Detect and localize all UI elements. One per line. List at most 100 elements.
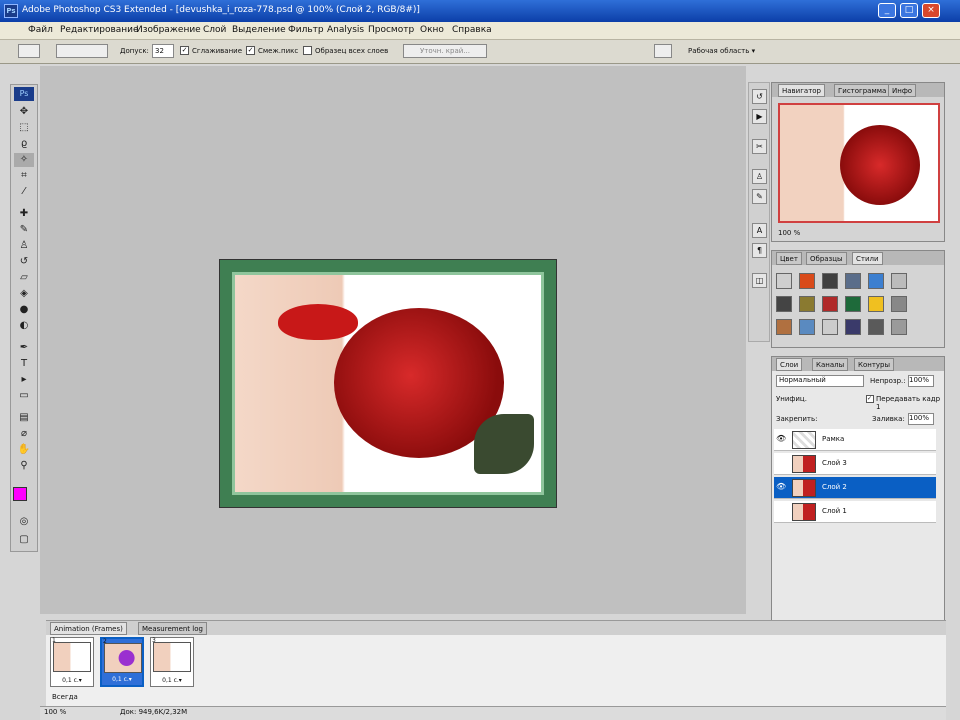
loop-select[interactable]: Всегда (52, 693, 78, 701)
tool-presets-icon[interactable]: ✂ (752, 139, 767, 154)
quick-mask-icon[interactable]: ◎ (14, 515, 34, 529)
all-layers-checkbox[interactable] (303, 46, 312, 55)
palette-well-icon[interactable] (654, 44, 672, 58)
maximize-button[interactable]: □ (900, 3, 918, 18)
tab-swatches[interactable]: Образцы (806, 252, 847, 265)
style-swatch[interactable] (891, 273, 907, 289)
style-swatch[interactable] (822, 319, 838, 335)
history-brush-icon[interactable]: ↺ (14, 255, 34, 269)
status-zoom[interactable]: 100 % (44, 708, 66, 716)
style-swatch[interactable] (822, 296, 838, 312)
style-swatch[interactable] (868, 273, 884, 289)
style-swatch[interactable] (799, 296, 815, 312)
eraser-tool-icon[interactable]: ▱ (14, 271, 34, 285)
frame-delay[interactable]: 0,1 с.▾ (151, 677, 193, 684)
menu-filter[interactable]: Фильтр (288, 25, 324, 35)
eye-icon[interactable] (776, 506, 786, 516)
menu-help[interactable]: Справка (452, 25, 492, 35)
layer-row[interactable]: 👁 Слой 2 (774, 477, 936, 499)
antialias-checkbox[interactable]: ✓ (180, 46, 189, 55)
tab-layers[interactable]: Слои (776, 358, 803, 371)
magic-wand-icon[interactable] (18, 44, 40, 58)
brush-tool-icon[interactable]: ✎ (14, 223, 34, 237)
lasso-tool-icon[interactable]: ϱ (14, 137, 34, 151)
style-swatch[interactable] (799, 319, 815, 335)
tab-channels[interactable]: Каналы (812, 358, 849, 371)
menu-analysis[interactable]: Analysis (327, 25, 364, 35)
propagate-checkbox[interactable]: ✓ (866, 395, 874, 403)
layer-row[interactable]: 👁 Рамка (774, 429, 936, 451)
tolerance-input[interactable]: 32 (152, 44, 174, 58)
healing-brush-icon[interactable]: ✚ (14, 207, 34, 221)
layer-comps-icon[interactable]: ◫ (752, 273, 767, 288)
refine-edge-button[interactable]: Уточн. край... (403, 44, 487, 58)
fill-input[interactable]: 100% (908, 413, 934, 425)
tab-styles[interactable]: Стили (852, 252, 883, 265)
navigator-preview[interactable] (778, 103, 940, 223)
notes-tool-icon[interactable]: ▤ (14, 411, 34, 425)
tab-animation-frames[interactable]: Animation (Frames) (50, 622, 127, 635)
style-swatch[interactable] (891, 296, 907, 312)
style-swatch[interactable] (868, 319, 884, 335)
style-swatch[interactable] (845, 273, 861, 289)
style-swatch[interactable] (776, 296, 792, 312)
actions-panel-icon[interactable]: ▶ (752, 109, 767, 124)
contiguous-checkbox[interactable]: ✓ (246, 46, 255, 55)
blur-tool-icon[interactable]: ● (14, 303, 34, 317)
zoom-tool-icon[interactable]: ⚲ (14, 459, 34, 473)
pen-tool-icon[interactable]: ✒ (14, 341, 34, 355)
type-tool-icon[interactable]: T (14, 357, 34, 371)
style-swatch[interactable] (868, 296, 884, 312)
menu-view[interactable]: Просмотр (368, 25, 414, 35)
menu-window[interactable]: Окно (420, 25, 444, 35)
menu-select[interactable]: Выделение (232, 25, 286, 35)
opacity-input[interactable]: 100% (908, 375, 934, 387)
style-swatch[interactable] (891, 319, 907, 335)
slice-tool-icon[interactable]: ⁄ (14, 185, 34, 199)
animation-frame[interactable]: 0,1 с.▾ 2 (100, 637, 144, 687)
close-button[interactable]: × (922, 3, 940, 18)
magic-wand-tool-icon[interactable]: ✧ (14, 153, 34, 167)
animation-frame[interactable]: 0,1 с.▾ 3 (150, 637, 194, 687)
eyedropper-icon[interactable]: ⌀ (14, 427, 34, 441)
frame-delay[interactable]: 0,1 с.▾ (51, 677, 93, 684)
menu-file[interactable]: Файл (28, 25, 53, 35)
character-panel-icon[interactable]: A (752, 223, 767, 238)
move-tool-icon[interactable]: ✥ (14, 105, 34, 119)
document-canvas[interactable] (219, 259, 557, 508)
path-select-icon[interactable]: ▸ (14, 373, 34, 387)
paint-bucket-icon[interactable]: ◈ (14, 287, 34, 301)
tab-histogram[interactable]: Гистограмма (834, 84, 891, 97)
menu-edit[interactable]: Редактирование (60, 25, 139, 35)
tab-measurement-log[interactable]: Measurement log (138, 622, 207, 635)
blend-mode-select[interactable]: Нормальный (776, 375, 864, 387)
screen-mode-icon[interactable]: ▢ (14, 533, 34, 547)
menu-layer[interactable]: Слой (203, 25, 226, 35)
marquee-tool-icon[interactable]: ⬚ (14, 121, 34, 135)
minimize-button[interactable]: _ (878, 3, 896, 18)
selection-mode-buttons[interactable] (56, 44, 108, 58)
clone-stamp-icon[interactable]: ♙ (14, 239, 34, 253)
style-swatch[interactable] (776, 319, 792, 335)
navigator-zoom[interactable]: 100 % (778, 229, 800, 237)
dodge-tool-icon[interactable]: ◐ (14, 319, 34, 333)
style-swatch[interactable] (845, 319, 861, 335)
hand-tool-icon[interactable]: ✋ (14, 443, 34, 457)
frame-delay[interactable]: 0,1 с.▾ (102, 676, 142, 683)
style-swatch[interactable] (776, 273, 792, 289)
animation-frame[interactable]: 0,1 с.▾ 1 (50, 637, 94, 687)
tab-navigator[interactable]: Навигатор (778, 84, 825, 97)
foreground-color-swatch[interactable] (13, 487, 27, 501)
menu-image[interactable]: Изображение (136, 25, 201, 35)
style-swatch[interactable] (799, 273, 815, 289)
brushes-panel-icon[interactable]: ✎ (752, 189, 767, 204)
eye-icon[interactable] (776, 458, 786, 468)
style-swatch[interactable] (845, 296, 861, 312)
tab-paths[interactable]: Контуры (854, 358, 895, 371)
shape-tool-icon[interactable]: ▭ (14, 389, 34, 403)
eye-icon[interactable]: 👁 (776, 482, 786, 492)
workspace-menu[interactable]: Рабочая область ▾ (688, 47, 755, 55)
tab-info[interactable]: Инфо (888, 84, 917, 97)
tab-color[interactable]: Цвет (776, 252, 802, 265)
style-swatch[interactable] (822, 273, 838, 289)
